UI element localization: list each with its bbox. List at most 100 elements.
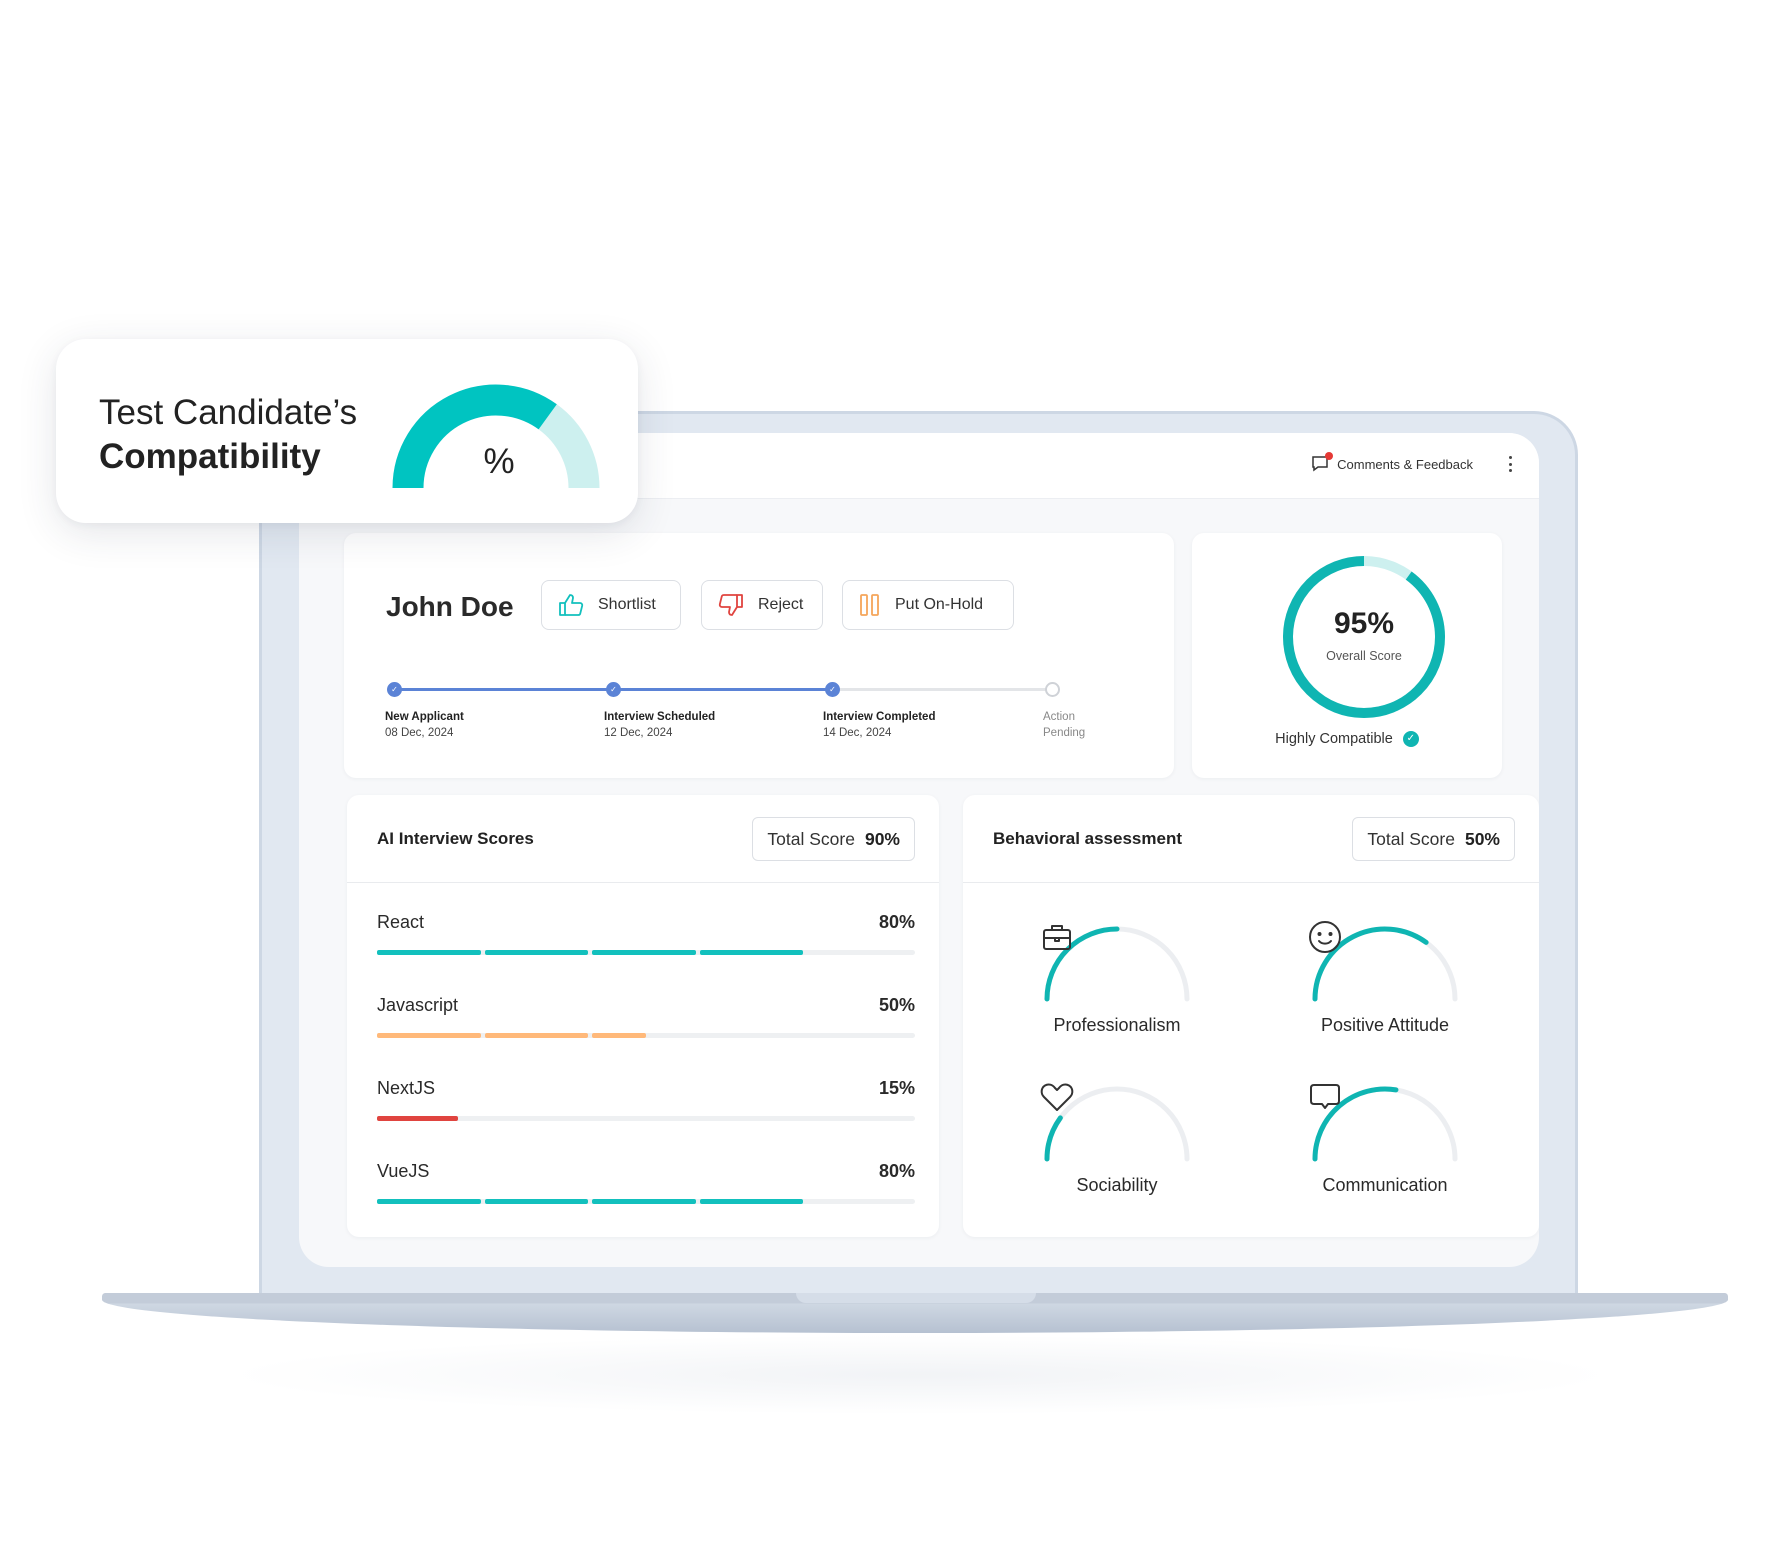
skill-value: 80% xyxy=(878,912,915,932)
app-screen: er Comments & Feedback John Doe Shortlis… xyxy=(299,433,1539,1267)
thumbs-down-icon xyxy=(718,594,743,616)
total-score-label: Total Score xyxy=(767,828,855,849)
timeline-dot-done: ✓ xyxy=(606,682,621,697)
step-date: 12 Dec, 2024 xyxy=(604,727,673,739)
skill-progress-bar xyxy=(377,1199,915,1204)
trait-communication: Communication xyxy=(1285,1077,1485,1227)
skill-name: NextJS xyxy=(377,1078,436,1098)
heart-icon xyxy=(1040,1083,1074,1111)
overall-score-card: 95% Overall Score Highly Compatible ✓ xyxy=(1192,533,1502,778)
total-score-value: 90% xyxy=(864,828,900,849)
skill-value: 15% xyxy=(878,1078,915,1098)
skill-row: NextJS 15% xyxy=(377,1078,915,1138)
laptop-shadow xyxy=(220,1335,1620,1415)
skill-bar-segment xyxy=(377,1116,458,1121)
overlay-title-line1: Test Candidate’s xyxy=(99,393,358,432)
trait-label: Sociability xyxy=(1076,1175,1158,1195)
behavioral-assessment-card: Behavioral assessment Total Score 50% Pr… xyxy=(963,795,1539,1237)
skill-row: Javascript 50% xyxy=(377,995,915,1055)
skill-name: Javascript xyxy=(377,995,459,1015)
skill-value: 80% xyxy=(878,1161,915,1181)
skill-name: VueJS xyxy=(377,1161,430,1181)
compatibility-status: Highly Compatible ✓ xyxy=(1192,731,1502,747)
reject-button[interactable]: Reject xyxy=(701,580,823,630)
total-score-value: 50% xyxy=(1464,828,1500,849)
chat-bubble-icon xyxy=(1310,1084,1340,1109)
step-date: 14 Dec, 2024 xyxy=(823,727,892,739)
step-title: Interview Completed xyxy=(823,711,936,723)
timeline-step: Interview Completed 14 Dec, 2024 xyxy=(823,709,935,741)
timeline-step: Action Pending xyxy=(1043,709,1085,741)
step-title: Interview Scheduled xyxy=(604,711,716,723)
skill-value: 50% xyxy=(878,995,915,1015)
trait-positive-attitude: Positive Attitude xyxy=(1285,917,1485,1067)
overall-score-value: 95% xyxy=(1333,607,1395,640)
skill-bar-segment xyxy=(377,1199,481,1204)
trait-professionalism: Professionalism xyxy=(1017,917,1217,1067)
skill-bar-segment xyxy=(592,950,696,955)
candidate-card: John Doe Shortlist Reject Put On-Hold ✓ … xyxy=(344,533,1174,778)
card-header: Behavioral assessment Total Score 50% xyxy=(963,795,1539,883)
timeline-pending-line xyxy=(832,688,1052,691)
gauge-track xyxy=(538,404,600,488)
timeline-dot-pending xyxy=(1045,682,1060,697)
step-title: Action Pending xyxy=(1043,711,1086,739)
reject-label: Reject xyxy=(758,596,804,613)
timeline-dot-done: ✓ xyxy=(825,682,840,697)
comments-feedback-button[interactable]: Comments & Feedback xyxy=(1311,452,1473,473)
step-title: New Applicant xyxy=(385,711,464,723)
skill-name: React xyxy=(377,912,425,932)
briefcase-icon xyxy=(1043,925,1071,950)
overall-score-label: Overall Score xyxy=(1326,649,1402,663)
compatibility-gauge-value: % xyxy=(483,442,515,481)
pause-icon xyxy=(860,594,879,616)
skill-row: React 80% xyxy=(377,912,915,972)
trait-label: Professionalism xyxy=(1053,1015,1181,1035)
skill-bar-segment xyxy=(484,1033,589,1038)
shortlist-label: Shortlist xyxy=(598,596,656,613)
skill-progress-bar xyxy=(377,950,915,955)
put-on-hold-button[interactable]: Put On-Hold xyxy=(842,580,1014,630)
smiley-icon xyxy=(1309,921,1341,953)
card-header: AI Interview Scores Total Score 90% xyxy=(347,795,939,883)
timeline-dot-done: ✓ xyxy=(387,682,402,697)
timeline-step: New Applicant 08 Dec, 2024 xyxy=(385,709,464,741)
more-options-icon[interactable] xyxy=(1505,453,1515,475)
hiring-timeline: ✓ ✓ ✓ New Applicant 08 Dec, 2024 Intervi… xyxy=(385,681,1085,761)
compatibility-overlay-card: Test Candidate’s Compatibility % xyxy=(56,339,638,523)
overlay-title-line2: Compatibility xyxy=(99,437,321,476)
ai-interview-scores-card: AI Interview Scores Total Score 90% Reac… xyxy=(347,795,939,1237)
skill-row: VueJS 80% xyxy=(377,1161,915,1221)
skill-bar-segment xyxy=(699,1199,804,1204)
trait-label: Communication xyxy=(1322,1175,1448,1195)
skill-bar-segment xyxy=(377,1033,481,1038)
put-on-hold-label: Put On-Hold xyxy=(895,596,984,613)
compatibility-label: Highly Compatible xyxy=(1275,731,1393,747)
shortlist-button[interactable]: Shortlist xyxy=(541,580,681,630)
overall-score-ring: 95% Overall Score xyxy=(1280,553,1448,721)
skill-progress-bar xyxy=(377,1116,915,1121)
notification-dot xyxy=(1325,452,1334,460)
trait-sociability: Sociability xyxy=(1017,1077,1217,1227)
skill-bar-segment xyxy=(592,1033,646,1038)
candidate-name: John Doe xyxy=(386,591,514,622)
total-score-label: Total Score xyxy=(1367,828,1455,849)
timeline-step: Interview Scheduled 12 Dec, 2024 xyxy=(604,709,715,741)
card-title: Behavioral assessment xyxy=(993,829,1182,848)
skill-bar-segment xyxy=(484,950,589,955)
thumbs-up-icon xyxy=(559,594,584,616)
skill-bar-segment xyxy=(592,1199,696,1204)
total-score-chip: Total Score 90% xyxy=(752,817,915,861)
skill-bar-segment xyxy=(484,1199,589,1204)
trait-label: Positive Attitude xyxy=(1320,1015,1450,1035)
comment-icon xyxy=(1311,452,1334,473)
laptop-notch xyxy=(796,1293,1036,1303)
total-score-chip: Total Score 50% xyxy=(1352,817,1515,861)
skill-progress-bar xyxy=(377,1033,915,1038)
card-title: AI Interview Scores xyxy=(377,829,534,848)
comments-label: Comments & Feedback xyxy=(1337,456,1473,472)
check-circle-icon: ✓ xyxy=(1402,731,1419,747)
skill-bar-segment xyxy=(699,950,804,955)
trait-gauge-fill xyxy=(1044,1115,1063,1162)
skill-bar-segment xyxy=(377,950,481,955)
